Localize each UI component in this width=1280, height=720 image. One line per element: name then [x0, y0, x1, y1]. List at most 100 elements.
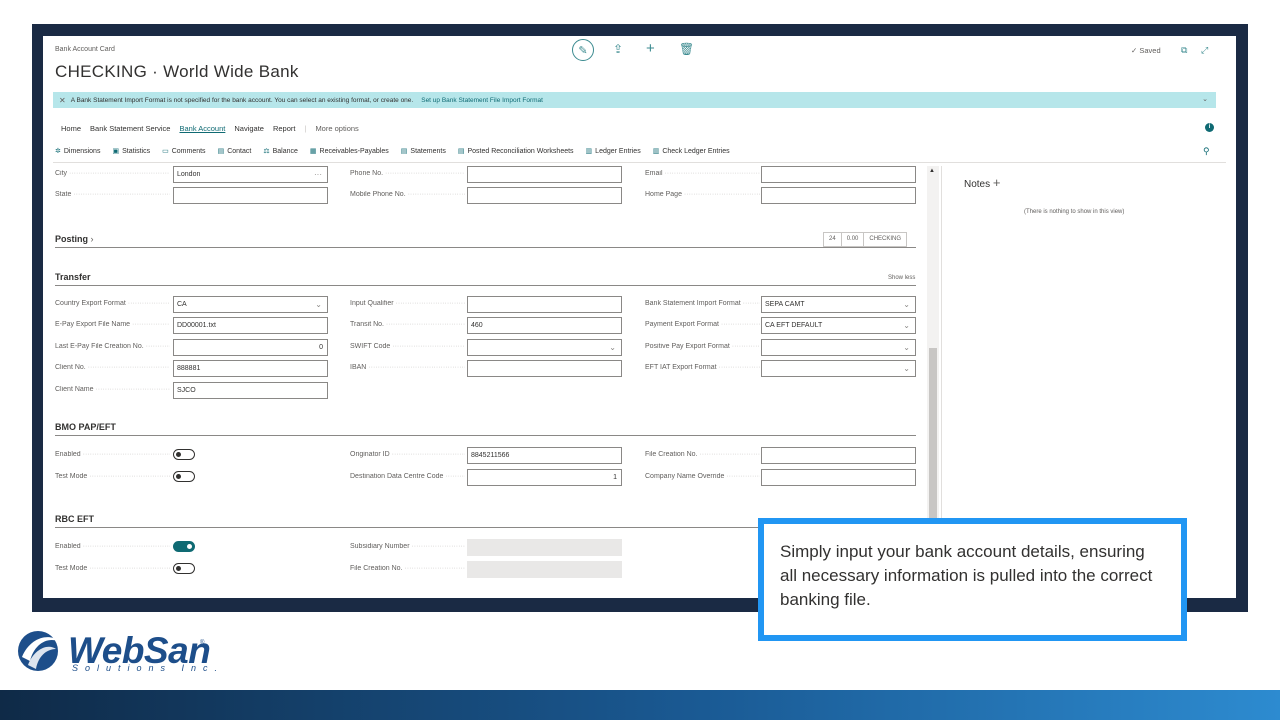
- eft-iat-label: EFT IAT Export Format: [645, 364, 760, 371]
- logo-tagline: Solutions Inc.: [72, 663, 225, 673]
- add-icon[interactable]: +: [646, 40, 655, 57]
- mobile-field[interactable]: [467, 187, 622, 204]
- bmo-enabled-toggle[interactable]: [173, 449, 195, 460]
- action-statements[interactable]: ▤ Statements: [401, 147, 446, 155]
- banner-link[interactable]: Set up Bank Statement File Import Format: [421, 97, 543, 104]
- originator-id-label: Originator ID: [350, 451, 465, 458]
- email-label: Email: [645, 170, 760, 177]
- menu-home[interactable]: Home: [61, 124, 81, 133]
- action-dimensions[interactable]: ✲ Dimensions: [55, 147, 100, 155]
- action-receivables-payables[interactable]: ▦ Receivables-Payables: [310, 147, 389, 155]
- client-name-field[interactable]: SJCO: [173, 382, 328, 399]
- bmo-file-creation-field[interactable]: [761, 447, 916, 464]
- delete-icon[interactable]: 🗑: [679, 42, 694, 56]
- action-comments[interactable]: ▭ Comments: [162, 147, 205, 155]
- city-field[interactable]: London ···: [173, 166, 328, 183]
- statistics-icon: ▣: [112, 148, 120, 155]
- edit-button[interactable]: ✎: [572, 39, 594, 61]
- posting-section-title[interactable]: Posting ›: [55, 234, 94, 244]
- menu-bank-account[interactable]: Bank Account: [179, 124, 225, 133]
- company-name-override-label: Company Name Override: [645, 473, 760, 480]
- balance-icon: ⚖: [263, 148, 270, 155]
- rbc-enabled-toggle[interactable]: [173, 541, 195, 552]
- state-field[interactable]: [173, 187, 328, 204]
- city-label: City: [55, 170, 170, 177]
- action-contact[interactable]: ▤ Contact: [218, 147, 252, 155]
- iban-field[interactable]: [467, 360, 622, 377]
- callout-text: Simply input your bank account details, …: [764, 524, 1181, 635]
- info-icon[interactable]: i: [1205, 123, 1214, 132]
- action-ledger-entries[interactable]: ▥ Ledger Entries: [586, 147, 641, 155]
- bmo-section-title: BMO PAP/EFT: [55, 422, 116, 432]
- bmo-enabled-label: Enabled: [55, 451, 170, 458]
- positive-pay-select[interactable]: ⌄: [761, 339, 916, 356]
- iban-label: IBAN: [350, 364, 465, 371]
- dimensions-icon: ✲: [55, 148, 61, 155]
- country-export-format-select[interactable]: CA ⌄: [173, 296, 328, 313]
- share-icon[interactable]: ⇪: [613, 42, 623, 56]
- action-bar: ✲ Dimensions ▣ Statistics ▭ Comments ▤ Conta…: [55, 147, 730, 155]
- client-no-field[interactable]: 888881: [173, 360, 328, 377]
- eft-iat-select[interactable]: ⌄: [761, 360, 916, 377]
- originator-id-field[interactable]: 8845211566: [467, 447, 622, 464]
- last-epay-label: Last E-Pay File Creation No.: [55, 343, 170, 350]
- menu-bank-statement-service[interactable]: Bank Statement Service: [90, 124, 170, 133]
- action-posted-reconciliation[interactable]: ▤ Posted Reconciliation Worksheets: [458, 147, 574, 155]
- menu-navigate[interactable]: Navigate: [234, 124, 264, 133]
- more-icon: ···: [314, 170, 322, 179]
- payment-export-format-select[interactable]: CA EFT DEFAULT ⌄: [761, 317, 916, 334]
- subsidiary-number-field[interactable]: [467, 539, 622, 556]
- transit-no-field[interactable]: 460: [467, 317, 622, 334]
- posting-summary: 24 0.00 CHECKING: [823, 232, 908, 247]
- show-less-link[interactable]: Show less: [888, 275, 915, 281]
- dest-data-centre-field[interactable]: 1: [467, 469, 622, 486]
- epay-file-name-field[interactable]: DD00001.txt: [173, 317, 328, 334]
- home-page-field[interactable]: [761, 187, 916, 204]
- open-new-window-icon[interactable]: ⧉: [1181, 45, 1187, 56]
- last-epay-field[interactable]: 0: [173, 339, 328, 356]
- subsidiary-number-label: Subsidiary Number: [350, 543, 465, 550]
- add-note-icon[interactable]: +: [993, 175, 1001, 190]
- pin-icon[interactable]: ⚲: [1203, 146, 1210, 157]
- input-qualifier-field[interactable]: [467, 296, 622, 313]
- menu-more-options[interactable]: More options: [315, 124, 358, 133]
- bmo-test-mode-toggle[interactable]: [173, 471, 195, 482]
- rbc-test-mode-label: Test Mode: [55, 565, 170, 572]
- company-name-override-field[interactable]: [761, 469, 916, 486]
- bs-import-format-select[interactable]: SEPA CAMT ⌄: [761, 296, 916, 313]
- section-divider: [55, 285, 916, 286]
- home-page-label: Home Page: [645, 191, 760, 198]
- transit-no-label: Transit No.: [350, 321, 465, 328]
- chevron-down-icon[interactable]: ⌄: [1202, 95, 1208, 103]
- positive-pay-label: Positive Pay Export Format: [645, 343, 760, 350]
- epay-file-name-label: E-Pay Export File Name: [55, 321, 170, 328]
- action-balance[interactable]: ⚖ Balance: [263, 147, 298, 155]
- transfer-section-title: Transfer: [55, 272, 91, 282]
- close-icon[interactable]: ✕: [59, 96, 66, 105]
- client-name-label: Client Name: [55, 386, 170, 393]
- email-field[interactable]: [761, 166, 916, 183]
- bs-import-format-label: Bank Statement Import Format: [645, 300, 760, 307]
- scroll-up-icon[interactable]: ▲: [929, 168, 935, 174]
- swift-code-select[interactable]: ⌄: [467, 339, 622, 356]
- rbc-section-title: RBC EFT: [55, 514, 94, 524]
- action-check-ledger-entries[interactable]: ▥ Check Ledger Entries: [653, 147, 730, 155]
- menu-report[interactable]: Report: [273, 124, 296, 133]
- comments-icon: ▭: [162, 148, 169, 155]
- receivables-icon: ▦: [309, 148, 317, 155]
- chevron-down-icon: ⌄: [609, 343, 616, 352]
- rbc-file-creation-label: File Creation No.: [350, 565, 465, 572]
- saved-status: ✓ Saved: [1131, 46, 1161, 55]
- section-divider: [55, 435, 916, 436]
- menu-separator: |: [304, 124, 307, 133]
- action-statistics[interactable]: ▣ Statistics: [112, 147, 150, 155]
- app-window: Bank Account Card CHECKING · World Wide …: [43, 36, 1236, 598]
- rbc-file-creation-field[interactable]: [467, 561, 622, 578]
- rbc-test-mode-toggle[interactable]: [173, 563, 195, 574]
- check-ledger-icon: ▥: [652, 148, 660, 155]
- phone-field[interactable]: [467, 166, 622, 183]
- country-export-format-label: Country Export Format: [55, 300, 170, 307]
- notes-title: Notes +: [964, 175, 1001, 190]
- expand-icon[interactable]: ⤢: [1201, 45, 1208, 56]
- rbc-enabled-label: Enabled: [55, 543, 170, 550]
